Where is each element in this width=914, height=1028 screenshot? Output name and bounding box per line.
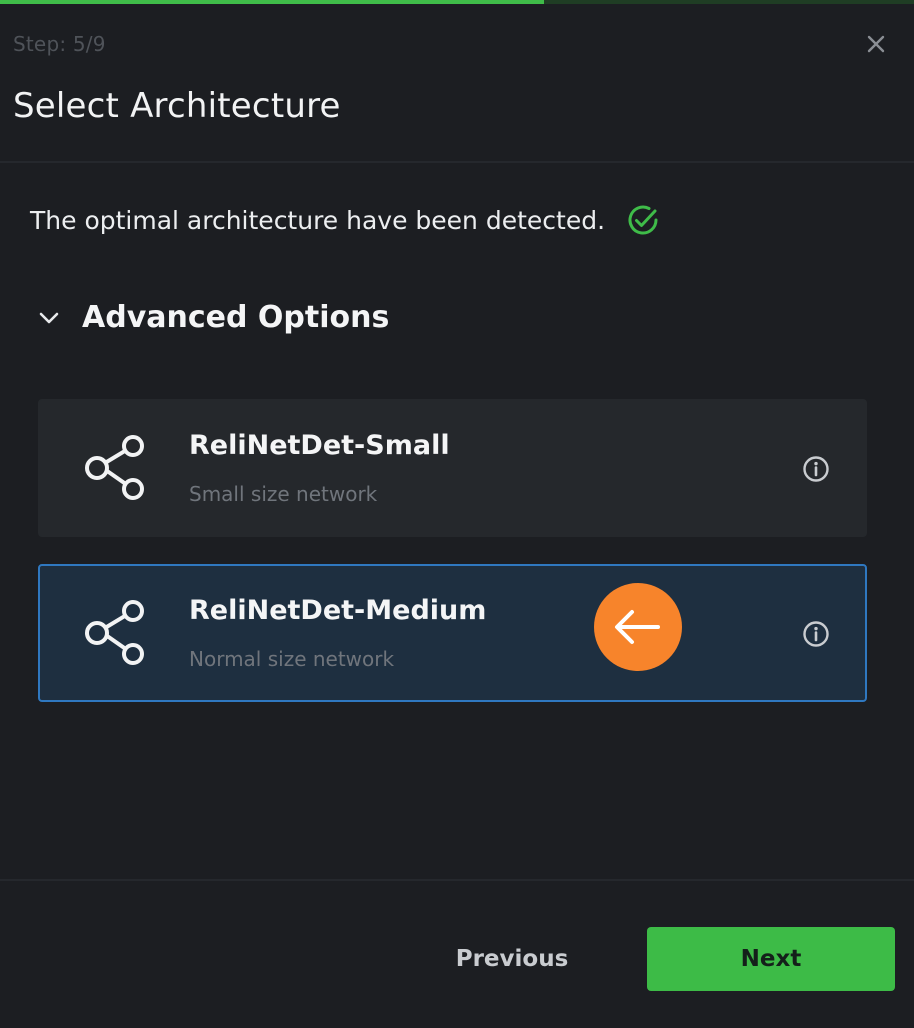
detection-message: The optimal architecture have been detec… [30, 205, 606, 235]
chevron-down-icon [39, 312, 59, 323]
next-button[interactable]: Next [647, 927, 895, 991]
arrow-left-icon [615, 610, 660, 644]
check-circle-icon [628, 205, 658, 235]
advanced-options-label: Advanced Options [82, 300, 390, 335]
page-title: Select Architecture [13, 86, 341, 126]
detection-status: The optimal architecture have been detec… [30, 200, 663, 240]
info-icon[interactable] [801, 619, 831, 649]
architecture-option-small[interactable]: ReliNetDet-Small Small size network [38, 399, 867, 537]
info-icon[interactable] [801, 454, 831, 484]
step-indicator: Step: 5/9 [13, 32, 106, 56]
share-icon [85, 600, 144, 665]
architecture-title: ReliNetDet-Small [189, 430, 450, 461]
architecture-subtitle: Normal size network [189, 647, 395, 671]
select-architecture-dialog: Step: 5/9 Select Architecture The optima… [0, 0, 914, 1028]
pointer-badge [594, 583, 682, 671]
architecture-option-medium[interactable]: ReliNetDet-Medium Normal size network [38, 564, 867, 702]
progress-bar-fill [0, 0, 544, 4]
footer-divider [0, 879, 914, 881]
progress-bar-track [0, 0, 914, 4]
advanced-options-toggle[interactable]: Advanced Options [36, 300, 389, 335]
header-divider [0, 161, 914, 163]
previous-button[interactable]: Previous [430, 927, 594, 991]
share-icon [85, 435, 144, 500]
architecture-title: ReliNetDet-Medium [189, 595, 487, 626]
close-button[interactable] [862, 30, 890, 58]
architecture-subtitle: Small size network [189, 482, 378, 506]
close-icon [867, 35, 885, 53]
